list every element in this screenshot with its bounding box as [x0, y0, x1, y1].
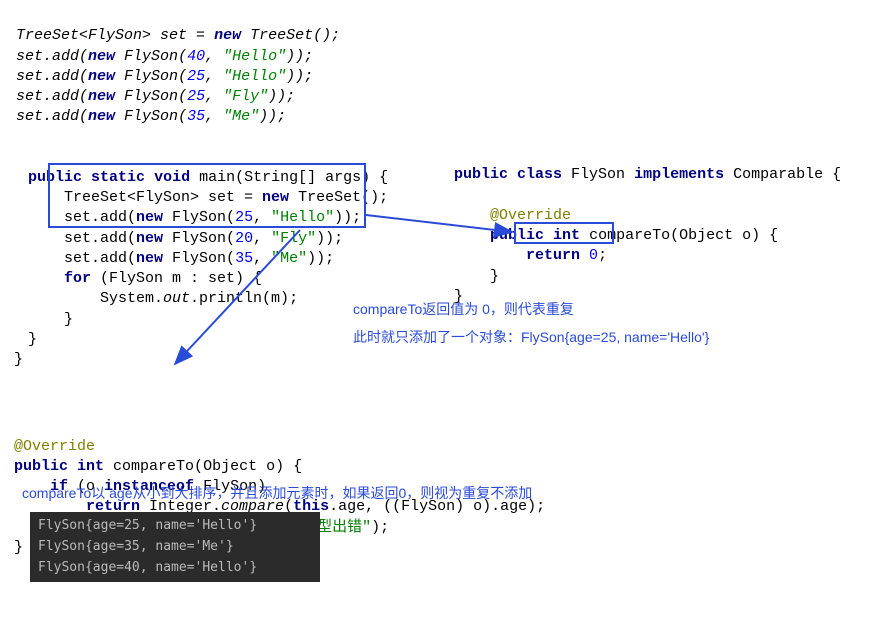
terminal-line: FlySon{age=35, name='Me'} [38, 537, 312, 558]
terminal-line: FlySon{age=25, name='Hello'} [38, 516, 312, 537]
caption-only-one: 此时就只添加了一个对象：FlySon{age=25, name='Hello'} [353, 328, 709, 347]
terminal-line: FlySon{age=40, name='Hello'} [38, 558, 312, 579]
caption-sort-age: compareTo以 age从小到大排序，并且添加元素时，如果返回0，则视为重复… [22, 484, 532, 503]
top-code-block: TreeSet<FlySon> set = new TreeSet(); set… [16, 6, 882, 128]
terminal-output: FlySon{age=25, name='Hello'} FlySon{age=… [30, 512, 320, 582]
caption-return0: compareTo返回值为 0，则代表重复 [353, 300, 574, 319]
flyson-class-block: public class FlySon implements Comparabl… [454, 145, 841, 307]
main-close-brace: } [14, 350, 882, 370]
